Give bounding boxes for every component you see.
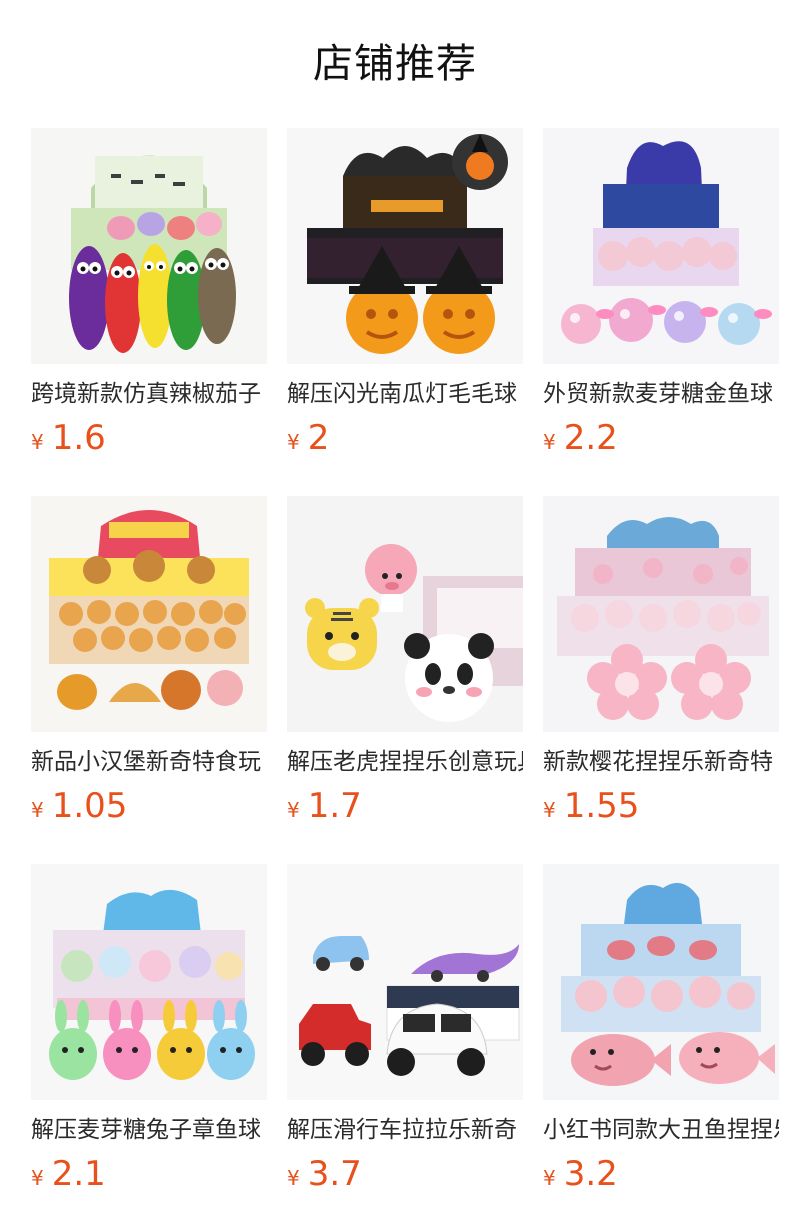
currency-symbol: ¥ [287, 1166, 300, 1190]
currency-symbol: ¥ [543, 1166, 556, 1190]
product-name[interactable]: 新款樱花捏捏乐新奇特 [543, 745, 779, 779]
product-image[interactable] [31, 496, 267, 732]
hamburger-squishy-toy-icon [31, 496, 267, 732]
product-card[interactable]: 解压麦芽糖兔子章鱼球 ¥2.1 [31, 864, 267, 1200]
product-image[interactable] [543, 864, 779, 1100]
product-card[interactable]: 解压滑行车拉拉乐新奇 ¥3.7 [287, 864, 523, 1200]
currency-symbol: ¥ [287, 430, 300, 454]
pullback-car-toy-icon [287, 864, 523, 1100]
currency-symbol: ¥ [543, 430, 556, 454]
currency-symbol: ¥ [543, 798, 556, 822]
currency-symbol: ¥ [31, 1166, 44, 1190]
price-value: 1.05 [51, 786, 128, 826]
bunny-octopus-toy-icon [31, 864, 267, 1100]
product-image[interactable] [543, 128, 779, 364]
product-price: ¥2.1 [31, 1152, 106, 1196]
product-price: ¥1.6 [31, 416, 106, 460]
product-name[interactable]: 新品小汉堡新奇特食玩 [31, 745, 267, 779]
product-price: ¥1.05 [31, 784, 127, 828]
vegetable-squishy-toy-icon [31, 128, 267, 364]
product-image[interactable] [287, 128, 523, 364]
price-value: 2 [307, 418, 330, 458]
product-grid: 跨境新款仿真辣椒茄子 ¥1.6 解压闪光南瓜灯毛毛球 ¥ 2 外贸新款麦芽糖金鱼… [31, 128, 779, 1200]
sakura-squishy-toy-icon [543, 496, 779, 732]
product-card[interactable]: 解压闪光南瓜灯毛毛球 ¥2 [287, 128, 523, 464]
product-card[interactable]: 小红书同款大丑鱼捏捏乐 ¥3.2 [543, 864, 779, 1200]
product-card[interactable]: 外贸新款麦芽糖金鱼球 ¥2.2 [543, 128, 779, 464]
product-name[interactable]: 跨境新款仿真辣椒茄子 [31, 377, 267, 411]
product-price: ¥2.2 [543, 416, 618, 460]
product-image[interactable] [31, 864, 267, 1100]
price-value: 1.55 [563, 786, 640, 826]
product-name[interactable]: 解压麦芽糖兔子章鱼球 [31, 1113, 267, 1147]
product-image[interactable] [543, 496, 779, 732]
product-name[interactable]: 外贸新款麦芽糖金鱼球 [543, 377, 779, 411]
product-card[interactable]: 新品小汉堡新奇特食玩 ¥1.05 [31, 496, 267, 832]
product-image[interactable] [287, 864, 523, 1100]
price-value: 3.7 [307, 1154, 362, 1194]
product-price: ¥1.7 [287, 784, 362, 828]
tiger-squishy-toy-icon [287, 496, 523, 732]
product-name[interactable]: 小红书同款大丑鱼捏捏乐 [543, 1113, 779, 1147]
product-price: ¥3.2 [543, 1152, 618, 1196]
goldfish-ball-toy-icon [543, 128, 779, 364]
price-value: 3.2 [563, 1154, 618, 1194]
product-price: ¥3.7 [287, 1152, 362, 1196]
section-title: 店铺推荐 [313, 41, 477, 87]
currency-symbol: ¥ [31, 798, 44, 822]
product-card[interactable]: 解压老虎捏捏乐创意玩具 ¥1.7 [287, 496, 523, 832]
price-value: 2.2 [563, 418, 618, 458]
product-name[interactable]: 解压闪光南瓜灯毛毛球 [287, 377, 523, 411]
product-card[interactable]: 跨境新款仿真辣椒茄子 ¥1.6 [31, 128, 267, 464]
product-image[interactable] [287, 496, 523, 732]
currency-symbol: ¥ [287, 798, 300, 822]
currency-symbol: ¥ [31, 430, 44, 454]
price-value: 1.7 [307, 786, 362, 826]
product-price: ¥2 [287, 416, 329, 460]
pumpkin-light-toy-icon [287, 128, 523, 364]
price-value: 1.6 [51, 418, 106, 458]
product-card[interactable]: 新款樱花捏捏乐新奇特 ¥1.55 [543, 496, 779, 832]
price-value: 2.1 [51, 1154, 106, 1194]
product-name[interactable]: 解压滑行车拉拉乐新奇 [287, 1113, 523, 1147]
product-name[interactable]: 解压老虎捏捏乐创意玩具 [287, 745, 523, 779]
product-price: ¥1.55 [543, 784, 639, 828]
product-image[interactable] [31, 128, 267, 364]
blobfish-squishy-toy-icon [543, 864, 779, 1100]
